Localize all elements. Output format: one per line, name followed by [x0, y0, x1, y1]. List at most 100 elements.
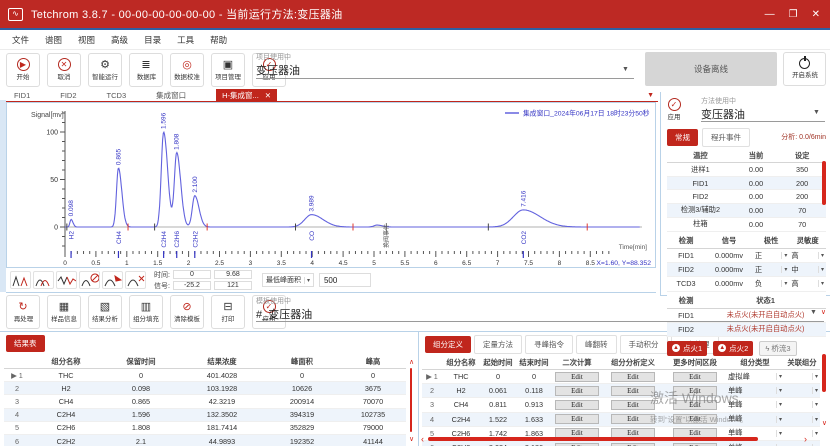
table-row[interactable]: FID20.00200 [667, 190, 826, 203]
chevron-down-icon[interactable]: ▾ [776, 401, 782, 408]
chevron-down-icon[interactable]: ▾ [818, 266, 824, 273]
vertical-scrollbar[interactable] [410, 368, 412, 432]
start-button[interactable]: ▶开始 [6, 53, 40, 87]
method-apply-button[interactable]: ✓ 应用 [667, 98, 681, 122]
component-row[interactable]: ▶ 1THC00EditEditEdit虚拟峰▾▾ [422, 370, 820, 384]
peak-pair-icon[interactable] [10, 271, 31, 289]
results-table[interactable]: 组分名称保留时间结果浓度峰面积峰高▶ 1THC0401.4028002H20.0… [4, 355, 406, 446]
project-dropdown[interactable]: 项目使用中 变压器油 ▼ [256, 52, 636, 86]
edit-button[interactable]: Edit [555, 414, 599, 424]
table-row[interactable]: TCD30.000mv负▾高▾ [667, 277, 826, 291]
signal-from-field[interactable]: -25.2 [173, 281, 211, 290]
peak-merge-icon[interactable] [33, 271, 54, 289]
table-row[interactable]: FID2未点火(未开启自动点火) [667, 322, 826, 336]
scroll-up-icon[interactable]: ∧ [409, 359, 414, 366]
peak-exclude-icon[interactable] [79, 271, 100, 289]
menu-视图[interactable]: 视图 [78, 34, 95, 46]
ignite-2-button[interactable]: ▲点火2 [713, 341, 753, 356]
edit-button[interactable]: Edit [673, 443, 717, 446]
horizontal-scrollbar[interactable]: ‹ › [421, 435, 823, 443]
menu-高级[interactable]: 高级 [111, 34, 128, 46]
edit-button[interactable]: Edit [611, 386, 655, 396]
results-tab[interactable]: 结果表 [6, 335, 45, 352]
chevron-down-icon[interactable]: ▼ [622, 66, 629, 73]
project-button[interactable]: ▣项目管理 [211, 53, 245, 87]
table-row[interactable]: FID20.000mv正▾中▾ [667, 263, 826, 277]
tab-overflow-caret-icon[interactable]: ▼ [647, 92, 654, 99]
component-row[interactable]: 3CH40.8110.913EditEditEdit单峰▾▾ [422, 398, 820, 412]
chevron-down-icon[interactable]: ▾ [812, 416, 818, 423]
result-row[interactable]: 2H20.098103.1928106263675 [4, 382, 406, 395]
tab-temp-program[interactable]: 程升事件 [702, 128, 750, 147]
result-row[interactable]: 3CH40.86542.321920091470070 [4, 395, 406, 408]
chevron-down-icon[interactable]: ▾ [812, 373, 818, 380]
chevron-down-icon[interactable]: ▾ [776, 373, 782, 380]
edit-button[interactable]: Edit [673, 386, 717, 396]
chevron-down-icon[interactable]: ▾ [818, 280, 824, 287]
table-row[interactable]: 柱箱0.0070 [667, 217, 826, 231]
edit-button[interactable]: Edit [611, 372, 655, 382]
edit-button[interactable]: Edit [555, 443, 599, 446]
chevron-down-icon[interactable]: ▾ [812, 387, 818, 394]
result-row[interactable]: 5C2H61.808181.741435282979000 [4, 421, 406, 434]
calibrate-button[interactable]: ◎数据校准 [170, 53, 204, 87]
tab-集成窗口[interactable]: 集成窗口 [156, 90, 186, 101]
ignite-1-button[interactable]: ▲点火1 [667, 341, 707, 356]
power-on-button[interactable]: 开启系统 [783, 52, 826, 86]
tab-手动积分[interactable]: 手动积分 [620, 335, 668, 354]
chevron-down-icon[interactable]: ▼ [813, 109, 820, 116]
scroll-down-icon[interactable]: ∨ [821, 309, 826, 316]
component-fill-button[interactable]: ▥组分填充 [129, 295, 163, 329]
device-offline-button[interactable]: 设备离线 [645, 52, 777, 86]
clear-template-button[interactable]: ⊘清除模板 [170, 295, 204, 329]
time-from-field[interactable]: 0 [173, 270, 211, 279]
result-row[interactable]: ▶ 1THC0401.402800 [4, 369, 406, 382]
scroll-right-icon[interactable]: › [804, 435, 807, 443]
table-row[interactable]: FID1未点火(未开启自动点火) [667, 308, 826, 322]
edit-button[interactable]: Edit [673, 372, 717, 382]
component-table[interactable]: 组分名称起始时间结束时间二次计算组分分析定义更多时间区段组分类型关联组分▶ 1T… [422, 356, 820, 446]
scroll-down-icon[interactable]: ∨ [409, 436, 414, 443]
bridge-current-button[interactable]: ϟ桥流3 [759, 341, 796, 356]
detector-status-table[interactable]: 检测状态1FID1未点火(未开启自动点火)FID2未点火(未开启自动点火) [667, 295, 826, 337]
reprocess-button[interactable]: ↻再处理 [6, 295, 40, 329]
edit-button[interactable]: Edit [673, 400, 717, 410]
min-peak-area-dropdown[interactable]: 最低峰面积 ▾ [262, 273, 314, 287]
tab-general[interactable]: 常规 [667, 129, 698, 146]
menu-帮助[interactable]: 帮助 [210, 34, 227, 46]
close-icon[interactable]: ✕ [265, 91, 271, 100]
scroll-left-icon[interactable]: ‹ [421, 435, 424, 443]
time-to-field[interactable]: 9.68 [214, 270, 252, 279]
edit-button[interactable]: Edit [673, 414, 717, 424]
chevron-down-icon[interactable]: ▾ [812, 401, 818, 408]
tab-峰翻转[interactable]: 峰翻转 [576, 335, 617, 354]
table-row[interactable]: 进样10.00350 [667, 163, 826, 177]
chromatogram-chart[interactable]: Signal[mv]05010000.511.522.533.544.555.5… [7, 103, 655, 267]
peak-delete-icon[interactable] [125, 271, 146, 289]
table-row[interactable]: 检测3/辅助20.0070 [667, 203, 826, 217]
chevron-down-icon[interactable]: ▾ [776, 416, 782, 423]
restore-button[interactable]: ❐ [789, 9, 798, 20]
vertical-scrollbar[interactable] [822, 161, 826, 205]
menu-文件[interactable]: 文件 [12, 34, 29, 46]
close-button[interactable]: ✕ [812, 9, 820, 20]
vertical-scrollbar[interactable] [822, 354, 826, 392]
edit-button[interactable]: Edit [555, 386, 599, 396]
min-peak-area-field[interactable]: 500 [319, 273, 371, 287]
chevron-down-icon[interactable]: ▾ [781, 266, 787, 273]
menu-工具[interactable]: 工具 [177, 34, 194, 46]
edit-button[interactable]: Edit [555, 400, 599, 410]
detector-table[interactable]: 检测信号极性灵敏度FID10.000mv正▾高▾FID20.000mv正▾中▾T… [667, 235, 826, 292]
tab-组分定义[interactable]: 组分定义 [425, 336, 471, 353]
database-button[interactable]: ≣数据库 [129, 53, 163, 87]
cancel-button[interactable]: ✕取消 [47, 53, 81, 87]
result-row[interactable]: 4C2H41.596132.3502394319102735 [4, 408, 406, 421]
method-dropdown[interactable]: 方法使用中 变压器油 ▼ [701, 96, 825, 126]
chevron-down-icon[interactable]: ▾ [818, 252, 824, 259]
table-row[interactable]: FID10.00200 [667, 177, 826, 190]
component-row[interactable]: 2H20.0610.118EditEditEdit单峰▾▾ [422, 384, 820, 398]
minimize-button[interactable]: — [765, 9, 775, 20]
peak-pick-icon[interactable] [102, 271, 123, 289]
chevron-down-icon[interactable]: ▾ [776, 387, 782, 394]
component-row[interactable]: 4C2H41.5221.633EditEditEdit单峰▾▾ [422, 412, 820, 426]
